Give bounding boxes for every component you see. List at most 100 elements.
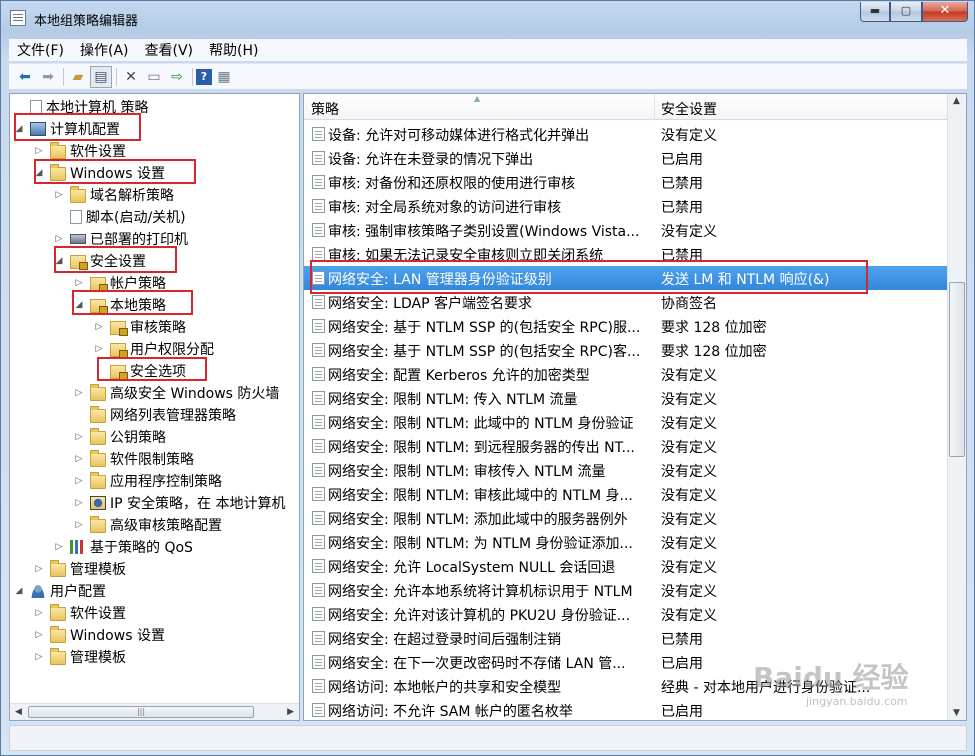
scroll-right-icon[interactable]: ▶	[287, 707, 294, 717]
policy-value: 没有定义	[661, 464, 717, 480]
back-icon[interactable]: ⬅	[14, 66, 36, 88]
tree-node[interactable]: 网络列表管理器策略	[74, 404, 236, 426]
export-icon[interactable]: ⇨	[166, 66, 188, 88]
policy-row[interactable]: 网络安全: 限制 NTLM: 为 NTLM 身份验证添加... 没有定义	[304, 530, 947, 554]
policy-row[interactable]: 审核: 对备份和还原权限的使用进行审核 已禁用	[304, 170, 947, 194]
expand-arrow-icon[interactable]: ▷	[34, 630, 44, 640]
tree-node[interactable]: ▷ 域名解析策略	[54, 184, 174, 206]
tree-node[interactable]: ▷ 管理模板	[34, 558, 126, 580]
tree-node[interactable]: ▷ 公钥策略	[74, 426, 166, 448]
collapse-arrow-icon[interactable]: ◢	[14, 586, 24, 596]
expand-arrow-icon[interactable]: ▷	[74, 498, 84, 508]
doc-icon	[30, 100, 42, 114]
policy-row[interactable]: 网络安全: 限制 NTLM: 审核此域中的 NTLM 身... 没有定义	[304, 482, 947, 506]
policy-row[interactable]: 网络安全: 基于 NTLM SSP 的(包括安全 RPC)服... 要求 128 …	[304, 314, 947, 338]
details-pane[interactable]: ▲ 策略 安全设置 设备: 允许对可移动媒体进行格式化并弹出 没有定义 设备: 允许…	[303, 93, 967, 721]
expand-arrow-icon[interactable]: ▷	[94, 344, 104, 354]
policy-row[interactable]: 网络安全: 允许本地系统将计算机标识用于 NTLM 没有定义	[304, 578, 947, 602]
delete-icon[interactable]: ✕	[120, 66, 142, 88]
tree-node[interactable]: ▷ Windows 设置	[34, 624, 165, 646]
policy-value: 没有定义	[661, 608, 717, 624]
tree-node[interactable]: ▷ 管理模板	[34, 646, 126, 668]
menu-action[interactable]: 操作(A)	[72, 40, 137, 60]
maximize-button[interactable]: ▢	[890, 2, 922, 22]
policy-value: 协商签名	[661, 296, 717, 312]
tree-node[interactable]: ▷ 高级审核策略配置	[74, 514, 222, 536]
scroll-left-icon[interactable]: ◀	[15, 707, 22, 717]
forward-icon[interactable]: ➡	[37, 66, 59, 88]
expand-arrow-icon[interactable]: ▷	[34, 146, 44, 156]
expand-arrow-icon[interactable]: ▷	[34, 652, 44, 662]
minimize-button[interactable]: ▬	[860, 2, 890, 22]
menu-help[interactable]: 帮助(H)	[201, 40, 266, 60]
policy-row[interactable]: 设备: 允许在未登录的情况下弹出 已启用	[304, 146, 947, 170]
up-folder-icon[interactable]: ▰	[67, 66, 89, 88]
help-icon[interactable]: ?	[196, 68, 212, 85]
list-vertical-scrollbar[interactable]: ▲ ▼	[947, 94, 966, 720]
scroll-up-icon[interactable]: ▲	[953, 96, 960, 106]
expand-arrow-icon[interactable]: ▷	[74, 520, 84, 530]
tree-pane[interactable]: 本地计算机 策略 ◢ 计算机配置 ▷ 软件设置 ◢ Windows 设置 ▷ 域名解析策略 脚本(…	[9, 93, 300, 721]
policy-row[interactable]: 网络安全: 限制 NTLM: 此域中的 NTLM 身份验证 没有定义	[304, 410, 947, 434]
highlight-box	[34, 159, 196, 184]
policy-setting-icon	[312, 295, 325, 309]
expand-arrow-icon[interactable]: ▷	[74, 388, 84, 398]
folder-icon	[50, 142, 66, 159]
column-security-setting[interactable]: 安全设置	[661, 99, 717, 119]
policy-name: 审核: 对全局系统对象的访问进行审核	[328, 200, 562, 216]
policy-setting-icon	[312, 487, 325, 501]
properties-icon[interactable]: ▭	[143, 66, 165, 88]
expand-arrow-icon[interactable]: ▷	[54, 542, 64, 552]
policy-row[interactable]: 网络安全: 限制 NTLM: 传入 NTLM 流量 没有定义	[304, 386, 947, 410]
highlight-box	[54, 246, 177, 273]
tree-node-label: 用户权限分配	[130, 342, 214, 358]
tree-node[interactable]: 脚本(启动/关机)	[54, 206, 186, 228]
tree-node[interactable]: ▷ 应用程序控制策略	[74, 470, 222, 492]
close-button[interactable]: ✕	[922, 2, 968, 22]
policy-value: 要求 128 位加密	[661, 320, 767, 336]
policy-value: 已禁用	[661, 176, 703, 192]
policy-row[interactable]: 网络安全: 限制 NTLM: 审核传入 NTLM 流量 没有定义	[304, 458, 947, 482]
tree-node[interactable]: ▷ 软件限制策略	[74, 448, 194, 470]
scroll-thumb[interactable]: |||	[28, 706, 254, 718]
menu-view[interactable]: 查看(V)	[137, 40, 202, 60]
menu-file[interactable]: 文件(F)	[9, 40, 72, 60]
expand-arrow-icon[interactable]: ▷	[34, 564, 44, 574]
column-divider[interactable]	[654, 94, 655, 120]
policy-row[interactable]: 网络安全: 限制 NTLM: 添加此域中的服务器例外 没有定义	[304, 506, 947, 530]
policy-row[interactable]: 网络安全: 配置 Kerberos 允许的加密类型 没有定义	[304, 362, 947, 386]
policy-row[interactable]: 审核: 对全局系统对象的访问进行审核 已禁用	[304, 194, 947, 218]
policy-name: 网络安全: 允许对该计算机的 PKU2U 身份验证...	[328, 608, 631, 624]
tree-node[interactable]: ▷ IP 安全策略，在 本地计算机	[74, 492, 285, 514]
tree-node[interactable]: ▷ 基于策略的 QoS	[54, 536, 193, 558]
expand-arrow-icon[interactable]: ▷	[94, 322, 104, 332]
expand-arrow-icon[interactable]: ▷	[54, 234, 64, 244]
policy-row[interactable]: 网络安全: 基于 NTLM SSP 的(包括安全 RPC)客... 要求 128 …	[304, 338, 947, 362]
title-bar[interactable]: 本地组策略编辑器 ▬ ▢ ✕	[1, 1, 974, 35]
policy-value: 没有定义	[661, 512, 717, 528]
expand-arrow-icon[interactable]: ▷	[74, 476, 84, 486]
tree-node[interactable]: ▷ 审核策略	[94, 316, 186, 338]
policy-row[interactable]: 审核: 强制审核策略子类别设置(Windows Vista... 没有定义	[304, 218, 947, 242]
expand-arrow-icon[interactable]: ▷	[74, 432, 84, 442]
expand-arrow-icon[interactable]: ▷	[74, 454, 84, 464]
tree-horizontal-scrollbar[interactable]: ◀ ||| ▶	[10, 703, 299, 720]
policy-value: 没有定义	[661, 392, 717, 408]
show-tree-icon[interactable]: ▤	[90, 65, 112, 88]
expand-arrow-icon[interactable]: ▷	[54, 190, 64, 200]
policy-row[interactable]: 网络安全: 允许 LocalSystem NULL 会话回退 没有定义	[304, 554, 947, 578]
tree-node[interactable]: ▷ 软件设置	[34, 602, 126, 624]
column-policy[interactable]: 策略	[311, 99, 339, 119]
scroll-thumb[interactable]	[949, 282, 965, 457]
tree-node[interactable]: ◢ 用户配置	[14, 580, 106, 602]
policy-row[interactable]: 网络安全: 允许对该计算机的 PKU2U 身份验证... 没有定义	[304, 602, 947, 626]
expand-arrow-icon[interactable]: ▷	[74, 278, 84, 288]
policy-setting-icon	[312, 175, 325, 189]
tree-node[interactable]: ▷ 高级安全 Windows 防火墙	[74, 382, 279, 404]
scroll-down-icon[interactable]: ▼	[953, 708, 960, 718]
view-icon[interactable]: ▦	[213, 66, 235, 88]
policy-row[interactable]: 网络安全: 限制 NTLM: 到远程服务器的传出 NT... 没有定义	[304, 434, 947, 458]
policy-row[interactable]: 网络安全: 在超过登录时间后强制注销 已禁用	[304, 626, 947, 650]
policy-row[interactable]: 设备: 允许对可移动媒体进行格式化并弹出 没有定义	[304, 122, 947, 146]
expand-arrow-icon[interactable]: ▷	[34, 608, 44, 618]
